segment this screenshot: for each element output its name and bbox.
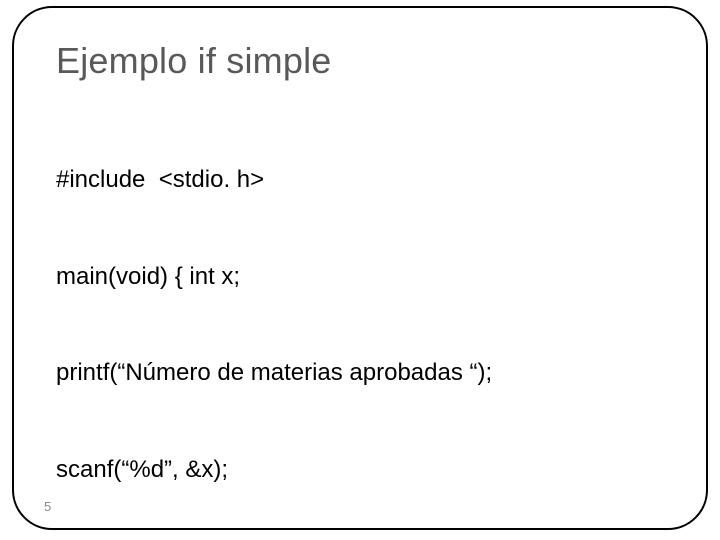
code-line: main(void) { int x; (56, 261, 664, 293)
slide-title: Ejemplo if simple (56, 40, 664, 82)
code-line: scanf(“%d”, &x); (56, 454, 664, 486)
code-line: #include <stdio. h> (56, 164, 664, 196)
page-number: 5 (44, 499, 51, 514)
slide-frame: Ejemplo if simple #include <stdio. h> ma… (12, 6, 708, 530)
code-line: printf(“Número de materias aprobadas “); (56, 357, 664, 389)
code-block: #include <stdio. h> main(void) { int x; … (56, 100, 664, 540)
slide: Ejemplo if simple #include <stdio. h> ma… (0, 0, 720, 540)
